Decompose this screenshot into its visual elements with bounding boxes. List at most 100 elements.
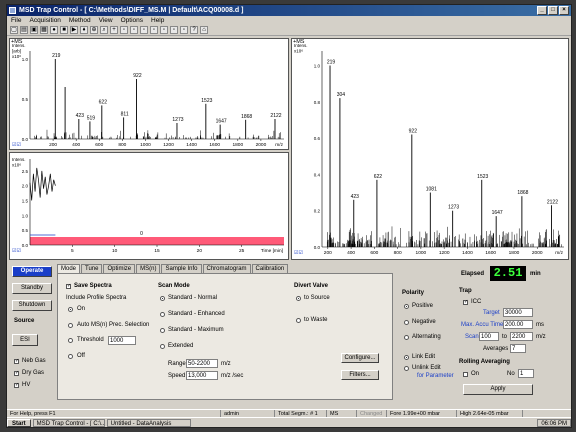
maximize-button[interactable]: □ <box>548 6 558 15</box>
filters-button[interactable]: Filters... <box>341 370 379 380</box>
view3-icon[interactable]: ▫ <box>140 26 148 34</box>
shutdown-button[interactable]: Shutdown <box>12 300 52 311</box>
polarity-negative-radio[interactable] <box>404 320 409 325</box>
dry-gas-checkbox[interactable]: ✓ <box>14 371 19 376</box>
for-parameter-label: for Parameter <box>417 373 454 379</box>
max-accu-input[interactable]: 200.00 <box>503 320 533 329</box>
standby-button[interactable]: Standby <box>12 283 52 294</box>
save-icon[interactable]: ▣ <box>30 26 38 34</box>
scan-normal-radio[interactable] <box>160 296 165 301</box>
profile-auto-radio[interactable] <box>68 323 73 328</box>
large-zoom-icon: ☑☑ <box>294 250 303 256</box>
tic-trace <box>29 167 56 201</box>
averages-input[interactable]: 7 <box>510 344 526 353</box>
close-button[interactable]: × <box>559 6 569 15</box>
view6-icon[interactable]: ▫ <box>170 26 178 34</box>
zoom-icon[interactable]: ⊕ <box>90 26 98 34</box>
neb-gas-checkbox[interactable]: ✓ <box>14 359 19 364</box>
overlay-icon[interactable]: + <box>110 26 118 34</box>
small-peak-label: 1523 <box>201 98 212 104</box>
menu-file[interactable]: File <box>11 16 21 25</box>
large-peak-label: 622 <box>374 174 383 180</box>
link-edit-label: Link Edit <box>412 354 436 360</box>
profile-on-radio[interactable] <box>68 307 73 312</box>
view1-icon[interactable]: ▫ <box>120 26 128 34</box>
small-x-tick: 2000 <box>256 142 267 148</box>
link-edit-radio[interactable] <box>404 355 409 360</box>
spectrum-panel-small[interactable]: +MS Intens. [arb] x10⁶ 1.0 0.5 0.0 200 400 600 80… <box>9 38 289 150</box>
max-accu-unit: ms <box>536 322 544 328</box>
tune-icon[interactable]: ♦ <box>80 26 88 34</box>
small-peak-label: 811 <box>121 111 129 117</box>
large-y-tick: 0.6 <box>314 136 321 141</box>
large-peak-label: 1523 <box>477 174 488 180</box>
menu-help[interactable]: Help <box>151 16 164 25</box>
task-msd-trap[interactable]: MSD Trap Control - [ C:\... <box>32 419 105 427</box>
save-spectra-label: Save Spectra <box>74 283 112 289</box>
threshold-input[interactable]: 1000 <box>108 336 136 345</box>
chrom-y-tick: 0.5 <box>22 228 29 233</box>
scan-mode-title: Scan Mode <box>158 283 190 289</box>
hv-label: HV <box>22 382 31 388</box>
scan-extended-radio[interactable] <box>160 344 165 349</box>
print-icon[interactable]: ▦ <box>40 26 48 34</box>
view7-icon[interactable]: ▫ <box>180 26 188 34</box>
large-x-tick: 1000 <box>416 250 427 256</box>
polarity-alternating-label: Alternating <box>412 334 441 340</box>
dry-gas-label: Dry Gas <box>22 370 45 376</box>
polarity-alternating-radio[interactable] <box>404 335 409 340</box>
range-input[interactable]: 50-2200 <box>186 359 218 368</box>
new-icon[interactable]: ▢ <box>10 26 18 34</box>
small-x-tick: 1200 <box>163 142 174 148</box>
scan-to-input[interactable]: 2200 <box>510 332 533 341</box>
scan-from-input[interactable]: 100 <box>479 332 499 341</box>
view5-icon[interactable]: ▫ <box>160 26 168 34</box>
small-x-tick: 800 <box>118 142 126 148</box>
view4-icon[interactable]: ▫ <box>150 26 158 34</box>
start-button[interactable]: Start <box>7 419 31 427</box>
open-icon[interactable]: ▤ <box>20 26 28 34</box>
lock-icon[interactable]: ⌂ <box>200 26 208 34</box>
profile-threshold-radio[interactable] <box>68 338 73 343</box>
task-dataanalysis[interactable]: Untitled - DataAnalysis <box>106 419 191 427</box>
help-icon[interactable]: ? <box>190 26 198 34</box>
apply-button[interactable]: Apply <box>463 384 533 395</box>
divert-waste-radio[interactable] <box>296 318 301 323</box>
menu-options[interactable]: Options <box>121 16 143 25</box>
large-peak-label: 2122 <box>547 199 558 205</box>
hv-checkbox[interactable]: ✓ <box>14 383 19 388</box>
configure-button[interactable]: Configure... <box>341 353 379 363</box>
source-select[interactable]: ESI <box>12 334 38 346</box>
scan-unit: m/z <box>536 334 546 340</box>
spectrum-panel-large[interactable]: +MS Intens. x10⁶ 1.0 0.8 0.6 0.4 0.2 0.0 200 400 6… <box>291 38 569 260</box>
profile-off-radio[interactable] <box>68 354 73 359</box>
rolling-no-input[interactable]: 1 <box>518 369 534 378</box>
chrom-annotation: 0 <box>140 231 143 237</box>
play-icon[interactable]: ▶ <box>70 26 78 34</box>
target-input[interactable]: 30000 <box>503 308 533 317</box>
menu-acquisition[interactable]: Acquisition <box>29 16 60 25</box>
rolling-on-checkbox[interactable] <box>463 372 468 377</box>
view2-icon[interactable]: ▫ <box>130 26 138 34</box>
unlink-edit-radio[interactable] <box>404 366 409 371</box>
icc-checkbox[interactable]: ✓ <box>463 300 468 305</box>
large-x-tick: 1800 <box>509 250 520 256</box>
menu-method[interactable]: Method <box>69 16 91 25</box>
unlink-edit-label: Unlink Edit <box>412 365 441 371</box>
menu-view[interactable]: View <box>99 16 113 25</box>
small-peak-label: 2122 <box>270 113 281 119</box>
small-y-title: [arb] <box>12 49 21 54</box>
chromatogram-panel[interactable]: Intens. x10⁶ 2.5 2.0 1.5 1.0 0.5 0.0 5 10 15 20 25 Ti… <box>9 152 289 260</box>
scan-maximum-radio[interactable] <box>160 328 165 333</box>
record-icon[interactable]: ● <box>50 26 58 34</box>
operate-button[interactable]: Operate <box>12 266 52 277</box>
large-peak-label: 1081 <box>426 187 437 193</box>
polarity-positive-radio[interactable] <box>404 304 409 309</box>
chromatogram-chart: Intens.x10⁶2.5 2.0 1.5 1.0 0.5 0.0 5 10 15 20 25 Ti… <box>12 157 284 254</box>
divert-source-radio[interactable] <box>296 296 301 301</box>
stop-icon[interactable]: ■ <box>60 26 68 34</box>
scan-enhanced-radio[interactable] <box>160 312 165 317</box>
save-spectra-checkbox[interactable]: ✓ <box>66 284 71 289</box>
search-icon[interactable]: ⌕ <box>100 26 108 34</box>
minimize-button[interactable]: _ <box>537 6 547 15</box>
